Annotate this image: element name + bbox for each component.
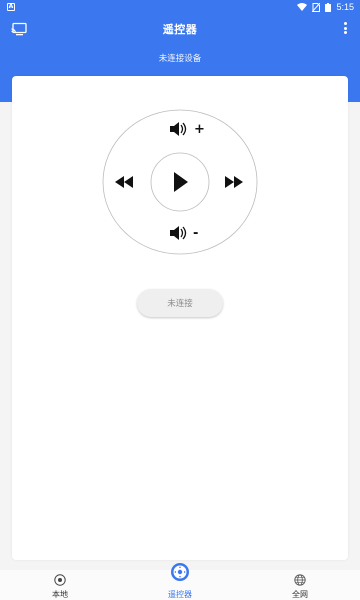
more-vert-icon	[343, 31, 347, 34]
remote-card: + - 未连接	[12, 76, 348, 560]
nav-item-local[interactable]: 本地	[20, 570, 100, 600]
nav-item-remote[interactable]: 遥控器	[140, 563, 220, 600]
nav-item-web[interactable]: 全网	[260, 570, 340, 600]
status-time: 5:15	[336, 2, 354, 12]
globe-icon	[294, 574, 306, 586]
nav-item-remote-label: 遥控器	[168, 590, 192, 599]
more-vert-icon	[343, 26, 347, 30]
nav-item-web-label: 全网	[292, 590, 308, 599]
no-sim-icon	[312, 2, 321, 12]
remote-dpad-icon	[171, 563, 189, 581]
volume-up-label: +	[194, 122, 205, 137]
connection-status-text: 未连接设备	[158, 54, 202, 64]
more-menu-button[interactable]	[342, 21, 348, 35]
volume-down-label: -	[193, 226, 198, 241]
disc-icon	[54, 574, 66, 586]
more-vert-icon	[343, 22, 347, 25]
notification-icon: A	[7, 3, 15, 11]
nav-item-local-label: 本地	[52, 590, 68, 599]
battery-icon	[325, 2, 332, 12]
bottom-nav: 本地 遥控器 全网	[0, 563, 360, 600]
connect-button[interactable]: 未连接	[137, 289, 223, 317]
wifi-icon	[297, 3, 308, 11]
remote-control-pad: + -	[102, 109, 258, 255]
page-title: 遥控器	[162, 23, 198, 36]
status-bar: A 5:15	[0, 0, 360, 14]
